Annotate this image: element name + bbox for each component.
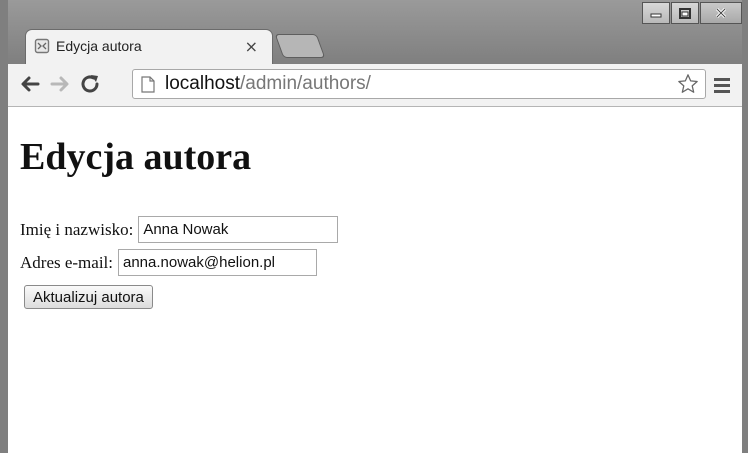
close-button[interactable] xyxy=(700,2,742,24)
url-path: /admin/authors/ xyxy=(240,73,371,94)
email-input[interactable] xyxy=(118,249,317,276)
arrow-left-icon[interactable] xyxy=(18,72,42,96)
window-frame-left xyxy=(0,0,8,453)
url-text: localhost/admin/authors/ xyxy=(165,73,371,95)
name-input[interactable] xyxy=(138,216,339,243)
maximize-icon xyxy=(679,7,691,19)
maximize-button[interactable] xyxy=(671,2,699,24)
browser-tab-active[interactable]: Edycja autora × xyxy=(26,30,272,64)
name-label: Imię i nazwisko: xyxy=(20,219,134,239)
page-content: Edycja autora Imię i nazwisko: Adres e-m… xyxy=(8,107,742,453)
page-title: Edycja autora xyxy=(20,136,252,178)
email-row: Adres e-mail: xyxy=(20,249,317,276)
hamburger-menu-icon[interactable] xyxy=(711,74,733,96)
name-row: Imię i nazwisko: xyxy=(20,216,339,243)
url-host: localhost xyxy=(165,73,240,94)
new-tab-button[interactable] xyxy=(274,34,326,58)
star-icon[interactable] xyxy=(677,73,699,95)
browser-toolbar: localhost/admin/authors/ xyxy=(8,64,742,107)
email-label: Adres e-mail: xyxy=(20,252,113,272)
address-bar[interactable]: localhost/admin/authors/ xyxy=(132,69,706,99)
broken-page-icon xyxy=(34,38,50,54)
arrow-right-icon[interactable] xyxy=(48,72,72,96)
update-author-button[interactable]: Aktualizuj autora xyxy=(24,285,153,309)
tab-title: Edycja autora xyxy=(56,38,142,54)
minimize-button[interactable] xyxy=(642,2,670,24)
window-frame-right xyxy=(742,0,748,453)
close-icon xyxy=(715,7,727,19)
reload-icon[interactable] xyxy=(78,72,102,96)
tab-close-button[interactable]: × xyxy=(245,37,258,56)
window-controls xyxy=(642,2,742,24)
document-icon xyxy=(141,76,155,93)
minimize-icon xyxy=(650,13,662,18)
